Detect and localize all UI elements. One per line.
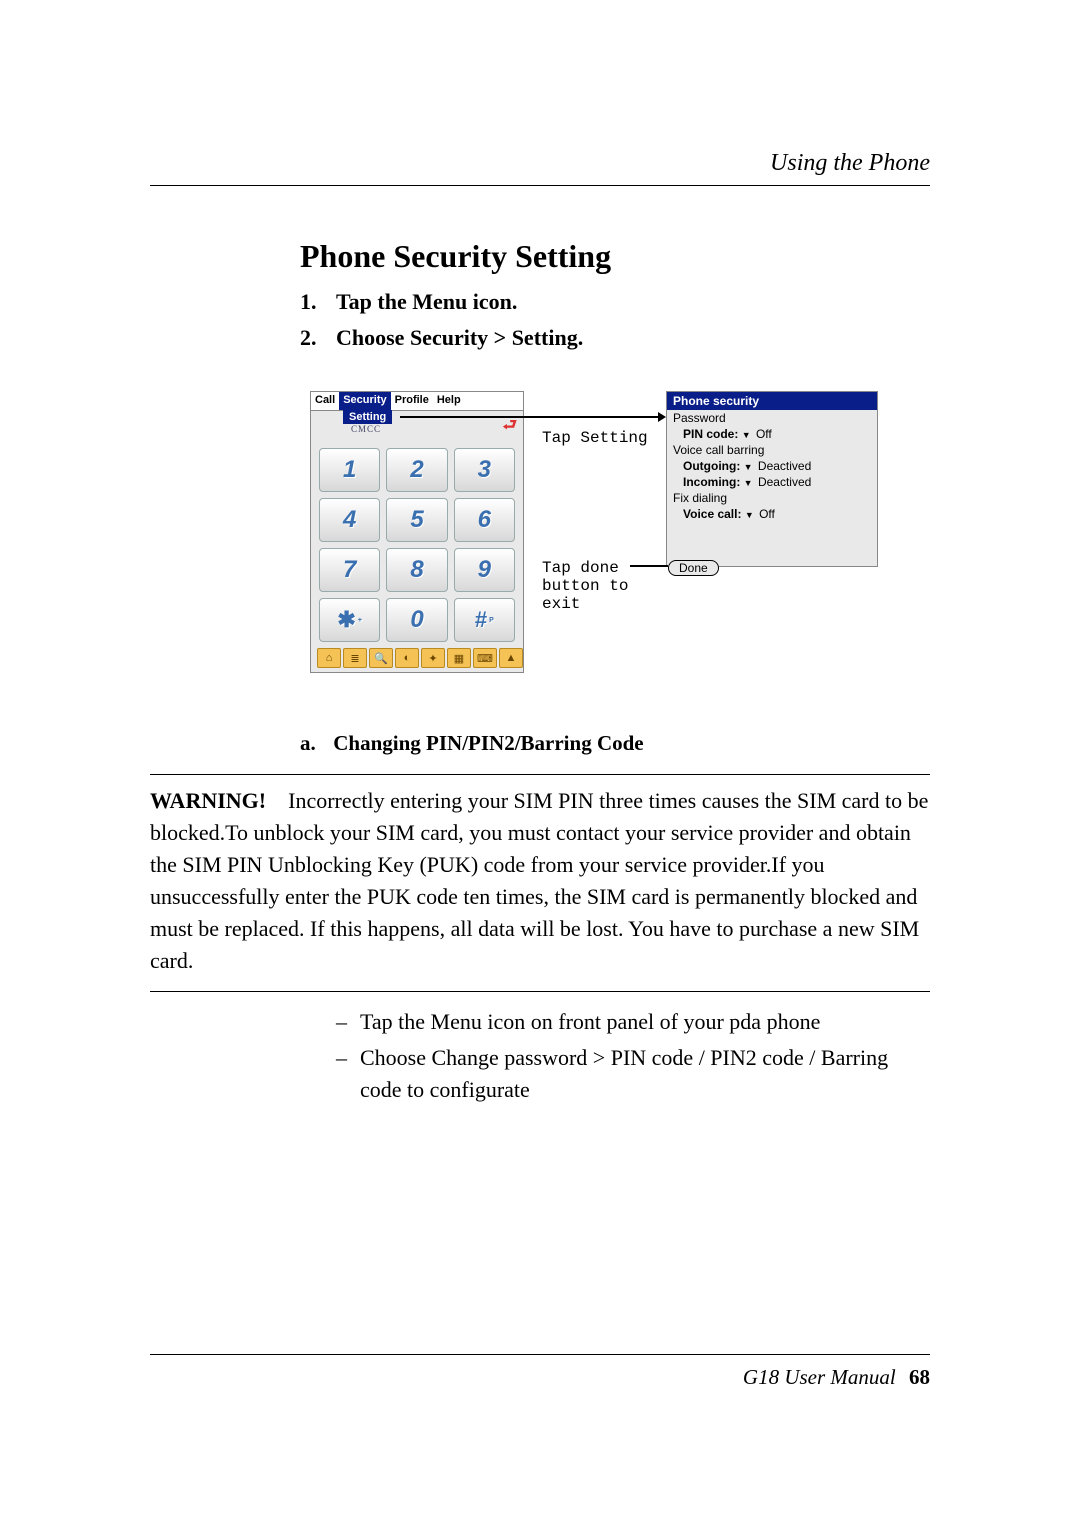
key-star[interactable]: ✱+ bbox=[319, 598, 380, 642]
sub-heading-text: Changing PIN/PIN2/Barring Code bbox=[333, 731, 643, 755]
row-voice-call[interactable]: Voice call: ▼ Off bbox=[667, 506, 877, 522]
step-number: 1. bbox=[300, 289, 336, 315]
arrow-tip-icon bbox=[658, 412, 666, 422]
key-4[interactable]: 4 bbox=[319, 498, 380, 542]
back-arrow-icon[interactable]: ⮐ bbox=[503, 414, 517, 441]
key-7[interactable]: 7 bbox=[319, 548, 380, 592]
step-1: 1. Tap the Menu icon. bbox=[300, 289, 930, 315]
dash-icon: – bbox=[336, 1006, 360, 1038]
sub-heading-label: a. bbox=[300, 731, 328, 756]
carrier-label: CMCC bbox=[351, 424, 381, 434]
page-heading: Phone Security Setting bbox=[300, 238, 930, 275]
menu-call[interactable]: Call bbox=[311, 392, 339, 410]
key-8[interactable]: 8 bbox=[386, 548, 447, 592]
key-5[interactable]: 5 bbox=[386, 498, 447, 542]
panel-title: Phone security bbox=[667, 392, 877, 410]
chevron-down-icon[interactable]: ▼ bbox=[744, 478, 753, 488]
key-3[interactable]: 3 bbox=[454, 448, 515, 492]
numbered-steps: 1. Tap the Menu icon. 2. Choose Security… bbox=[300, 289, 930, 351]
device-menubar: Call Security Profile Help bbox=[311, 392, 523, 411]
footer-manual-name: G18 User Manual bbox=[743, 1365, 896, 1389]
bullet-list: – Tap the Menu icon on front panel of yo… bbox=[336, 1006, 930, 1106]
bullet-text: Choose Change password > PIN code / PIN2… bbox=[360, 1042, 930, 1106]
home-icon[interactable]: ⌂ bbox=[317, 648, 341, 668]
menu-help[interactable]: Help bbox=[433, 392, 465, 410]
menu-profile[interactable]: Profile bbox=[391, 392, 433, 410]
submenu-setting[interactable]: Setting bbox=[343, 410, 392, 424]
device-iconbar: ⌂ ≣ 🔍 ◐ ✦ ▦ ⌨ ▲ bbox=[317, 648, 523, 668]
annotation-tap-setting: Tap Setting bbox=[542, 429, 648, 447]
footer-page-number: 68 bbox=[909, 1365, 930, 1389]
arrow-line-icon bbox=[400, 416, 660, 418]
dash-icon: – bbox=[336, 1042, 360, 1106]
running-head: Using the Phone bbox=[150, 150, 930, 186]
warning-label: WARNING! bbox=[150, 788, 266, 813]
list-item: – Tap the Menu icon on front panel of yo… bbox=[336, 1006, 930, 1038]
up-icon[interactable]: ▲ bbox=[499, 648, 523, 668]
row-password[interactable]: Password bbox=[667, 410, 877, 426]
chevron-down-icon[interactable]: ▼ bbox=[742, 430, 751, 440]
step-number: 2. bbox=[300, 325, 336, 351]
grid-icon[interactable]: ▦ bbox=[447, 648, 471, 668]
keyboard-icon[interactable]: ⌨ bbox=[473, 648, 497, 668]
page-footer: G18 User Manual 68 bbox=[150, 1354, 930, 1390]
phone-security-panel: Phone security Password PIN code: ▼ Off … bbox=[666, 391, 878, 567]
step-text: Tap the Menu icon. bbox=[336, 289, 930, 315]
row-outgoing[interactable]: Outgoing: ▼ Deactived bbox=[667, 458, 877, 474]
row-voice-call-barring: Voice call barring bbox=[667, 442, 877, 458]
list-icon[interactable]: ≣ bbox=[343, 648, 367, 668]
key-6[interactable]: 6 bbox=[454, 498, 515, 542]
step-2: 2. Choose Security > Setting. bbox=[300, 325, 930, 351]
warning-text: Incorrectly entering your SIM PIN three … bbox=[150, 788, 928, 973]
row-incoming[interactable]: Incoming: ▼ Deactived bbox=[667, 474, 877, 490]
key-9[interactable]: 9 bbox=[454, 548, 515, 592]
row-fix-dialing: Fix dialing bbox=[667, 490, 877, 506]
row-pin-code[interactable]: PIN code: ▼ Off bbox=[667, 426, 877, 442]
key-0[interactable]: 0 bbox=[386, 598, 447, 642]
search-icon[interactable]: 🔍 bbox=[369, 648, 393, 668]
key-hash[interactable]: #P bbox=[454, 598, 515, 642]
key-1[interactable]: 1 bbox=[319, 448, 380, 492]
key-2[interactable]: 2 bbox=[386, 448, 447, 492]
warning-block: WARNING! Incorrectly entering your SIM P… bbox=[150, 774, 930, 992]
list-item: – Choose Change password > PIN code / PI… bbox=[336, 1042, 930, 1106]
chevron-down-icon[interactable]: ▼ bbox=[744, 462, 753, 472]
contrast-icon[interactable]: ◐ bbox=[395, 648, 419, 668]
figure: Call Security Profile Help Setting CMCC … bbox=[310, 391, 930, 681]
settings-icon[interactable]: ✦ bbox=[421, 648, 445, 668]
chevron-down-icon[interactable]: ▼ bbox=[745, 510, 754, 520]
sub-heading-a: a. Changing PIN/PIN2/Barring Code bbox=[300, 731, 930, 756]
bullet-text: Tap the Menu icon on front panel of your… bbox=[360, 1006, 930, 1038]
arrow-line-icon bbox=[630, 565, 668, 567]
menu-security[interactable]: Security bbox=[339, 392, 390, 410]
device-screenshot-left: Call Security Profile Help Setting CMCC … bbox=[310, 391, 524, 673]
done-button[interactable]: Done bbox=[668, 560, 719, 576]
step-text: Choose Security > Setting. bbox=[336, 325, 930, 351]
dial-keypad: 1 2 3 4 5 6 7 8 9 ✱+ 0 #P bbox=[319, 448, 515, 648]
annotation-tap-done: Tap done button to exit bbox=[542, 559, 652, 613]
